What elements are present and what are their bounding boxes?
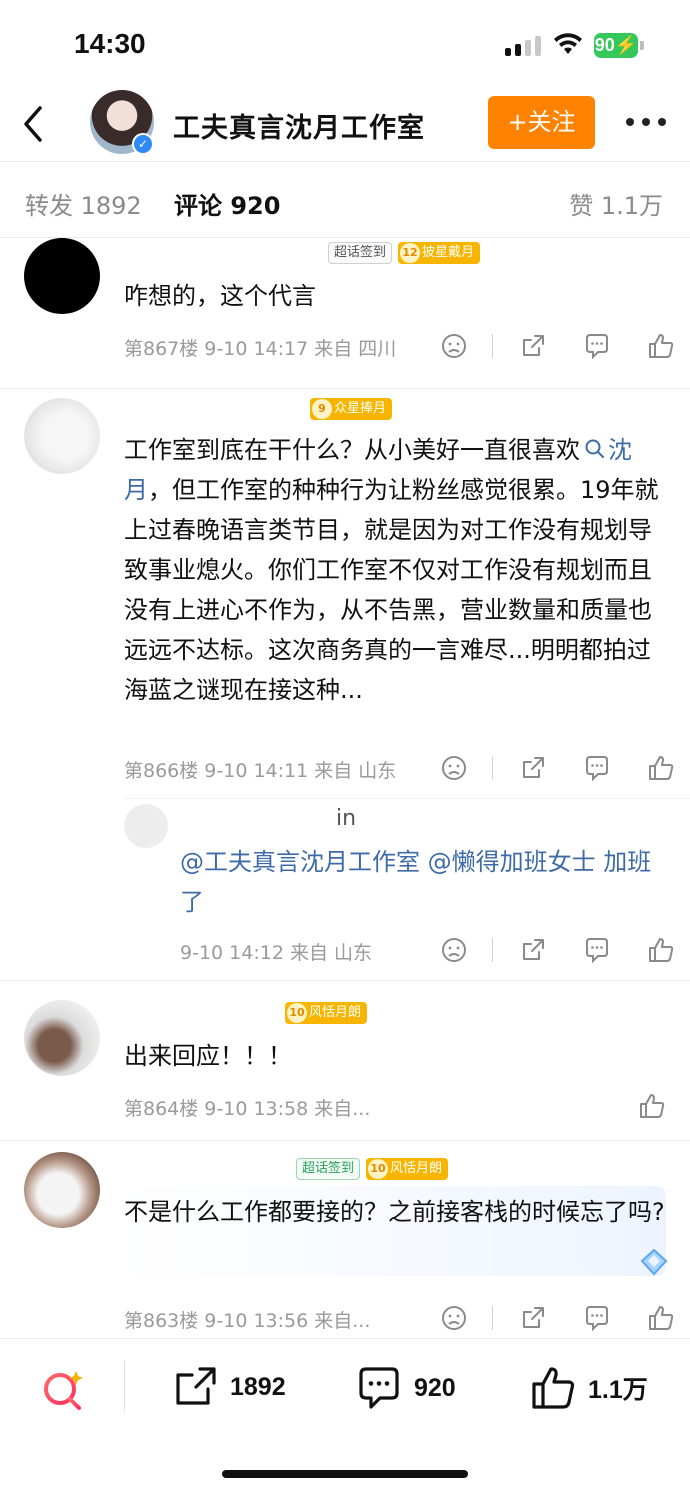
like-icon <box>532 1367 575 1409</box>
reply-actions <box>440 936 675 964</box>
share-icon[interactable] <box>519 332 547 360</box>
fan-level-number: 10 <box>287 1003 307 1023</box>
nav-header: ✓ 工夫真言沈月工作室 +关注 <box>0 90 690 162</box>
checkin-badge: 超话签到 <box>328 242 393 264</box>
comment-text: 工作室到底在干什么？从小美好一直很喜欢 沈月，但工作室的种种行为让粉丝感觉很累。1… <box>124 430 669 710</box>
status-bar: 14:30 90⚡ <box>0 0 690 90</box>
reply-username[interactable]: in <box>336 806 356 831</box>
more-options-icon[interactable] <box>626 118 666 126</box>
comment-item: 超话签到 12 披星戴月 咋想的，这个代言 第867楼 9-10 14:17 来自… <box>0 238 690 388</box>
share-icon <box>176 1367 216 1405</box>
dislike-face-icon[interactable] <box>440 1304 468 1332</box>
fan-level-number: 12 <box>400 243 420 263</box>
comment-icon[interactable] <box>583 936 611 964</box>
comment-item: 9 众星捧月 工作室到底在干什么？从小美好一直很喜欢 沈月，但工作室的种种行为让粉丝… <box>0 398 690 978</box>
share-icon[interactable] <box>519 936 547 964</box>
fan-level-label: 风恬月朗 <box>390 1161 443 1176</box>
like-icon[interactable] <box>647 1304 675 1332</box>
fan-level-badge: 9 众星捧月 <box>310 398 393 420</box>
account-title[interactable]: 工夫真言沈月工作室 <box>173 106 425 145</box>
divider <box>0 1140 690 1141</box>
fan-level-badge: 10 风恬月朗 <box>285 1002 368 1024</box>
wifi-icon <box>554 33 582 54</box>
divider <box>0 388 690 389</box>
fan-level-label: 众星捧月 <box>334 401 387 416</box>
fan-level-badge: 10 风恬月朗 <box>366 1158 449 1180</box>
comment-item: 超话签到 10 风恬月朗 不是什么工作都要接的？之前接客栈的时候忘了吗? 第863… <box>0 1152 690 1338</box>
reply-text[interactable]: @工夫真言沈月工作室 @懒得加班女士 加班了 <box>180 842 670 922</box>
repost-count: 1892 <box>230 1372 286 1401</box>
comment-icon[interactable] <box>583 332 611 360</box>
comment-meta: 第866楼 9-10 14:11 来自 山东 <box>124 760 397 782</box>
like-icon[interactable] <box>638 1092 666 1120</box>
comment-text: 咋想的，这个代言 <box>124 282 316 310</box>
comment-meta: 第867楼 9-10 14:17 来自 四川 <box>124 338 397 360</box>
like-icon[interactable] <box>647 936 675 964</box>
ai-search-icon[interactable] <box>40 1367 86 1413</box>
bottom-separator <box>124 1361 125 1411</box>
comment-meta: 第864楼 9-10 13:58 来自... <box>124 1098 371 1120</box>
reply-meta: 9-10 14:12 来自 山东 <box>180 942 372 964</box>
status-time: 14:30 <box>74 28 146 59</box>
comment-icon <box>359 1367 399 1409</box>
avatar[interactable] <box>24 1000 100 1076</box>
diamond-sparkle-icon <box>640 1248 668 1276</box>
verified-badge-icon: ✓ <box>132 133 154 155</box>
fan-level-label: 风恬月朗 <box>309 1005 362 1020</box>
tab-repost[interactable]: 转发 1892 <box>25 186 142 221</box>
share-icon[interactable] <box>519 754 547 782</box>
comment-text-part: ，但工作室的种种行为让粉丝感觉很累。19年就上过春晚语言类节目，就是因为对工作没… <box>124 476 659 704</box>
tab-like[interactable]: 赞 1.1万 <box>569 186 663 221</box>
cellular-signal-icon <box>505 34 541 56</box>
battery-indicator: 90⚡ <box>594 33 638 58</box>
fan-level-number: 9 <box>312 399 332 419</box>
comment-actions <box>440 332 675 360</box>
repost-button[interactable]: 1892 <box>174 1365 286 1409</box>
like-icon[interactable] <box>647 332 675 360</box>
comment-item: 10 风恬月朗 出来回应！！！ 第864楼 9-10 13:58 来自... <box>0 1000 690 1140</box>
comment-text: 出来回应！！！ <box>124 1042 292 1070</box>
comment-text-part: 工作室到底在干什么？从小美好一直很喜欢 <box>124 436 580 464</box>
battery-level: 90 <box>594 35 615 55</box>
dislike-face-icon[interactable] <box>440 332 468 360</box>
comment-actions <box>440 1304 675 1332</box>
avatar[interactable] <box>24 238 100 314</box>
like-icon[interactable] <box>647 754 675 782</box>
comment-meta: 第863楼 9-10 13:56 来自... <box>124 1310 371 1332</box>
like-button[interactable]: 1.1万 <box>530 1365 648 1411</box>
reply-avatar[interactable] <box>124 804 168 848</box>
comment-icon[interactable] <box>583 1304 611 1332</box>
dislike-face-icon[interactable] <box>440 754 468 782</box>
checkin-badge: 超话签到 <box>296 1158 361 1180</box>
comment-actions <box>440 754 675 782</box>
fan-level-label: 披星戴月 <box>422 245 475 260</box>
search-icon <box>585 439 604 458</box>
battery-tip <box>640 41 644 50</box>
tab-bar: 转发 1892 评论 920 赞 1.1万 <box>0 162 690 238</box>
dislike-face-icon[interactable] <box>440 936 468 964</box>
back-icon[interactable] <box>18 104 48 144</box>
tab-comment[interactable]: 评论 920 <box>174 186 280 221</box>
home-indicator[interactable] <box>222 1470 468 1478</box>
comment-count: 920 <box>414 1373 456 1402</box>
share-icon[interactable] <box>519 1304 547 1332</box>
like-count: 1.1万 <box>588 1376 648 1404</box>
divider <box>0 980 690 981</box>
avatar[interactable] <box>24 1152 100 1228</box>
avatar[interactable] <box>24 398 100 474</box>
comment-text: 不是什么工作都要接的？之前接客栈的时候忘了吗? <box>124 1198 665 1226</box>
fan-level-badge: 12 披星戴月 <box>398 242 481 264</box>
comment-button[interactable]: 920 <box>356 1365 456 1411</box>
comment-actions <box>638 1092 666 1120</box>
comment-icon[interactable] <box>583 754 611 782</box>
fan-level-number: 10 <box>368 1159 388 1179</box>
follow-button[interactable]: +关注 <box>488 96 595 149</box>
